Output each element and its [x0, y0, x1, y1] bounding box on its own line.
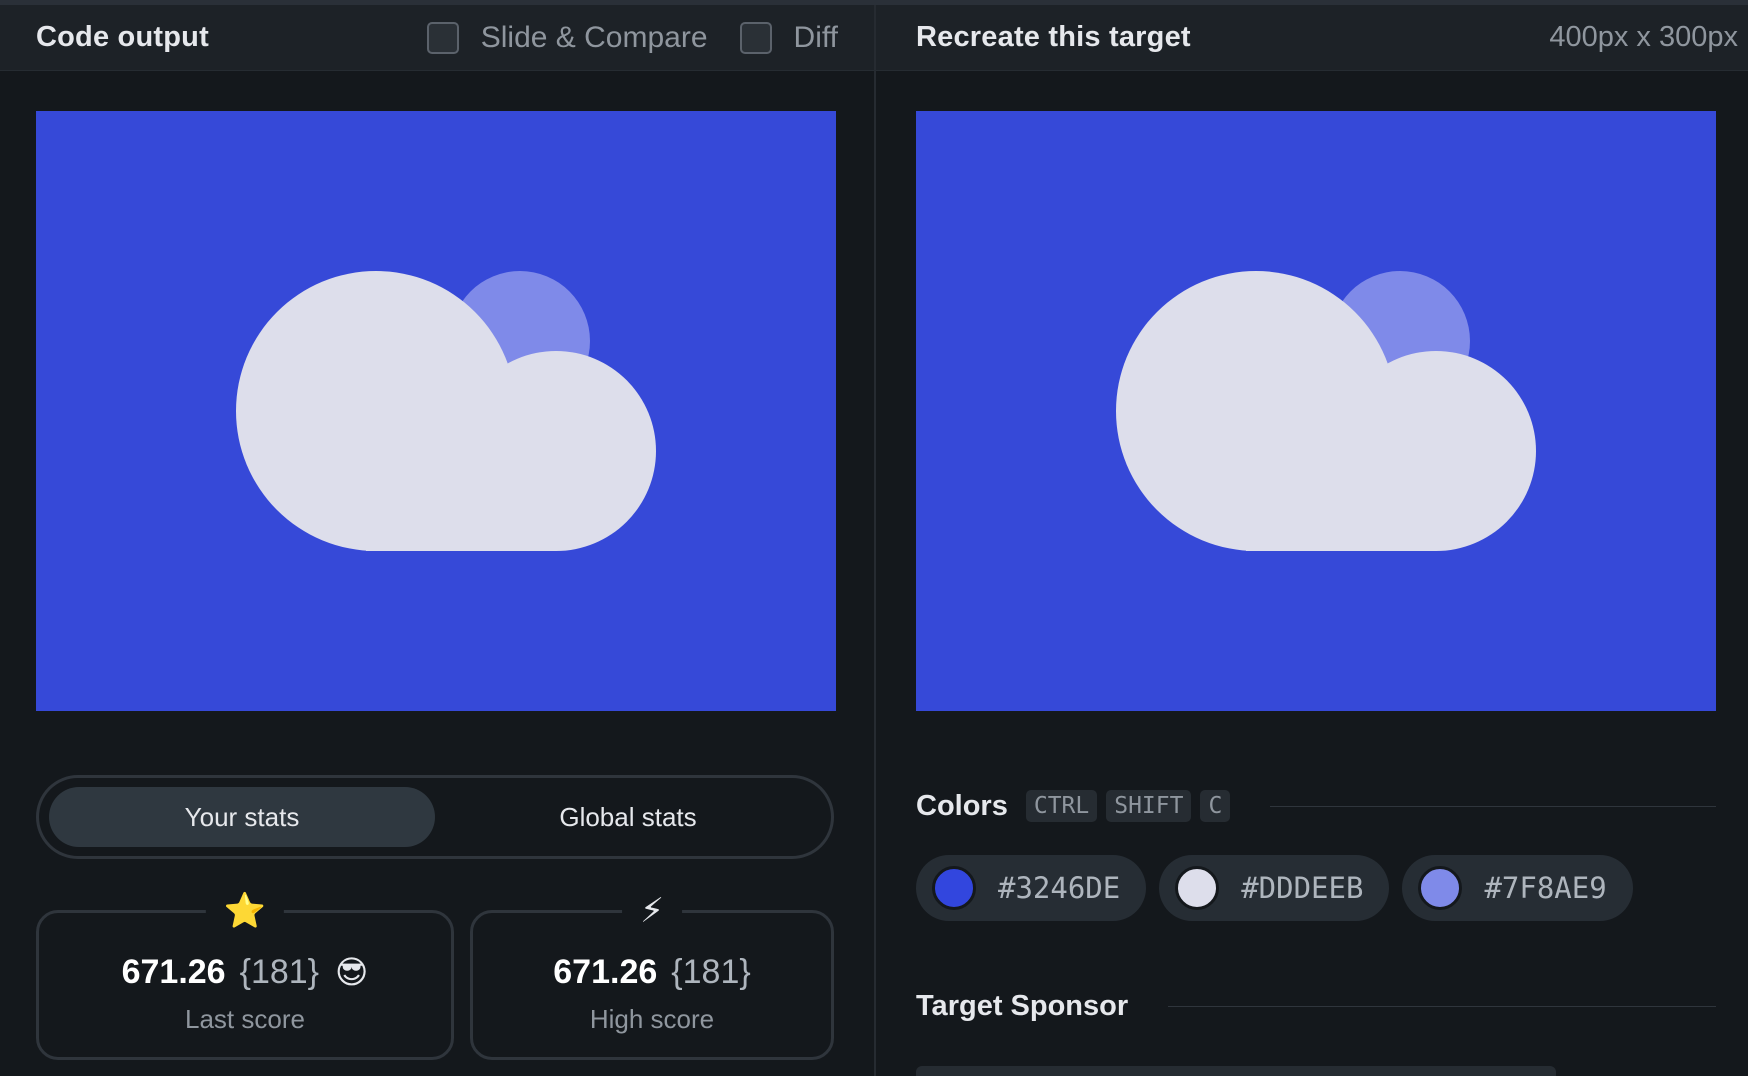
cloud-base	[366, 411, 556, 551]
sponsor-card[interactable]	[916, 1066, 1556, 1076]
color-swatch[interactable]: #7F8AE9	[1402, 855, 1633, 921]
high-score-count: {181}	[671, 953, 751, 991]
shortcut-key-ctrl: CTRL	[1025, 790, 1098, 822]
stats-tabs: Your stats Global stats	[36, 775, 834, 859]
cloud-base	[1246, 411, 1436, 551]
tab-global-stats[interactable]: Global stats	[435, 787, 821, 847]
sponsor-section-header: Target Sponsor	[916, 984, 1716, 1028]
section-rule	[1168, 1005, 1716, 1007]
color-swatch[interactable]: #DDDEEB	[1159, 855, 1390, 921]
code-output-header: Code output Slide & Compare Diff	[0, 5, 874, 71]
code-output-canvas[interactable]	[36, 111, 836, 711]
shortcut-key-c: C	[1200, 790, 1231, 822]
color-swatch[interactable]: #3246DE	[916, 855, 1147, 921]
diff-checkbox[interactable]	[739, 21, 772, 54]
last-score-value: 671.26	[121, 953, 226, 991]
slide-compare-label[interactable]: Slide & Compare	[481, 21, 708, 55]
sunglasses-emoji-icon: 😎	[335, 954, 369, 990]
target-canvas	[916, 111, 1716, 711]
target-title: Recreate this target	[916, 21, 1191, 53]
color-dot	[1418, 866, 1463, 910]
color-hex: #3246DE	[998, 871, 1121, 905]
panel-divider	[874, 5, 876, 1076]
target-header: Recreate this target 400px x 300px	[876, 5, 1748, 71]
section-rule	[1270, 805, 1716, 807]
sponsor-title: Target Sponsor	[916, 989, 1129, 1022]
color-hex: #DDDEEB	[1241, 871, 1364, 905]
high-score-card: ⚡ 671.26 {181} High score	[470, 889, 834, 1060]
color-hex: #7F8AE9	[1484, 871, 1607, 905]
code-output-title: Code output	[36, 21, 209, 53]
target-dimensions: 400px x 300px	[1549, 21, 1738, 53]
last-score-card: ⭐ 671.26 {181} 😎 Last score	[36, 889, 454, 1060]
color-dot	[1175, 866, 1220, 910]
high-score-value: 671.26	[553, 953, 658, 991]
shortcut-key-shift: SHIFT	[1106, 790, 1192, 822]
last-score-count: {181}	[239, 953, 320, 991]
tab-your-stats[interactable]: Your stats	[49, 787, 435, 847]
high-score-label: High score	[589, 1004, 715, 1034]
lightning-icon: ⚡	[622, 889, 682, 933]
diff-label[interactable]: Diff	[794, 21, 838, 55]
color-swatches: #3246DE #DDDEEB #7F8AE9	[916, 855, 1646, 921]
star-icon: ⭐	[205, 889, 285, 933]
colors-section-header: Colors CTRL SHIFT C	[916, 784, 1716, 828]
last-score-label: Last score	[185, 1004, 305, 1034]
slide-compare-checkbox[interactable]	[426, 21, 459, 54]
color-dot	[932, 866, 976, 910]
colors-title: Colors	[916, 789, 1008, 822]
